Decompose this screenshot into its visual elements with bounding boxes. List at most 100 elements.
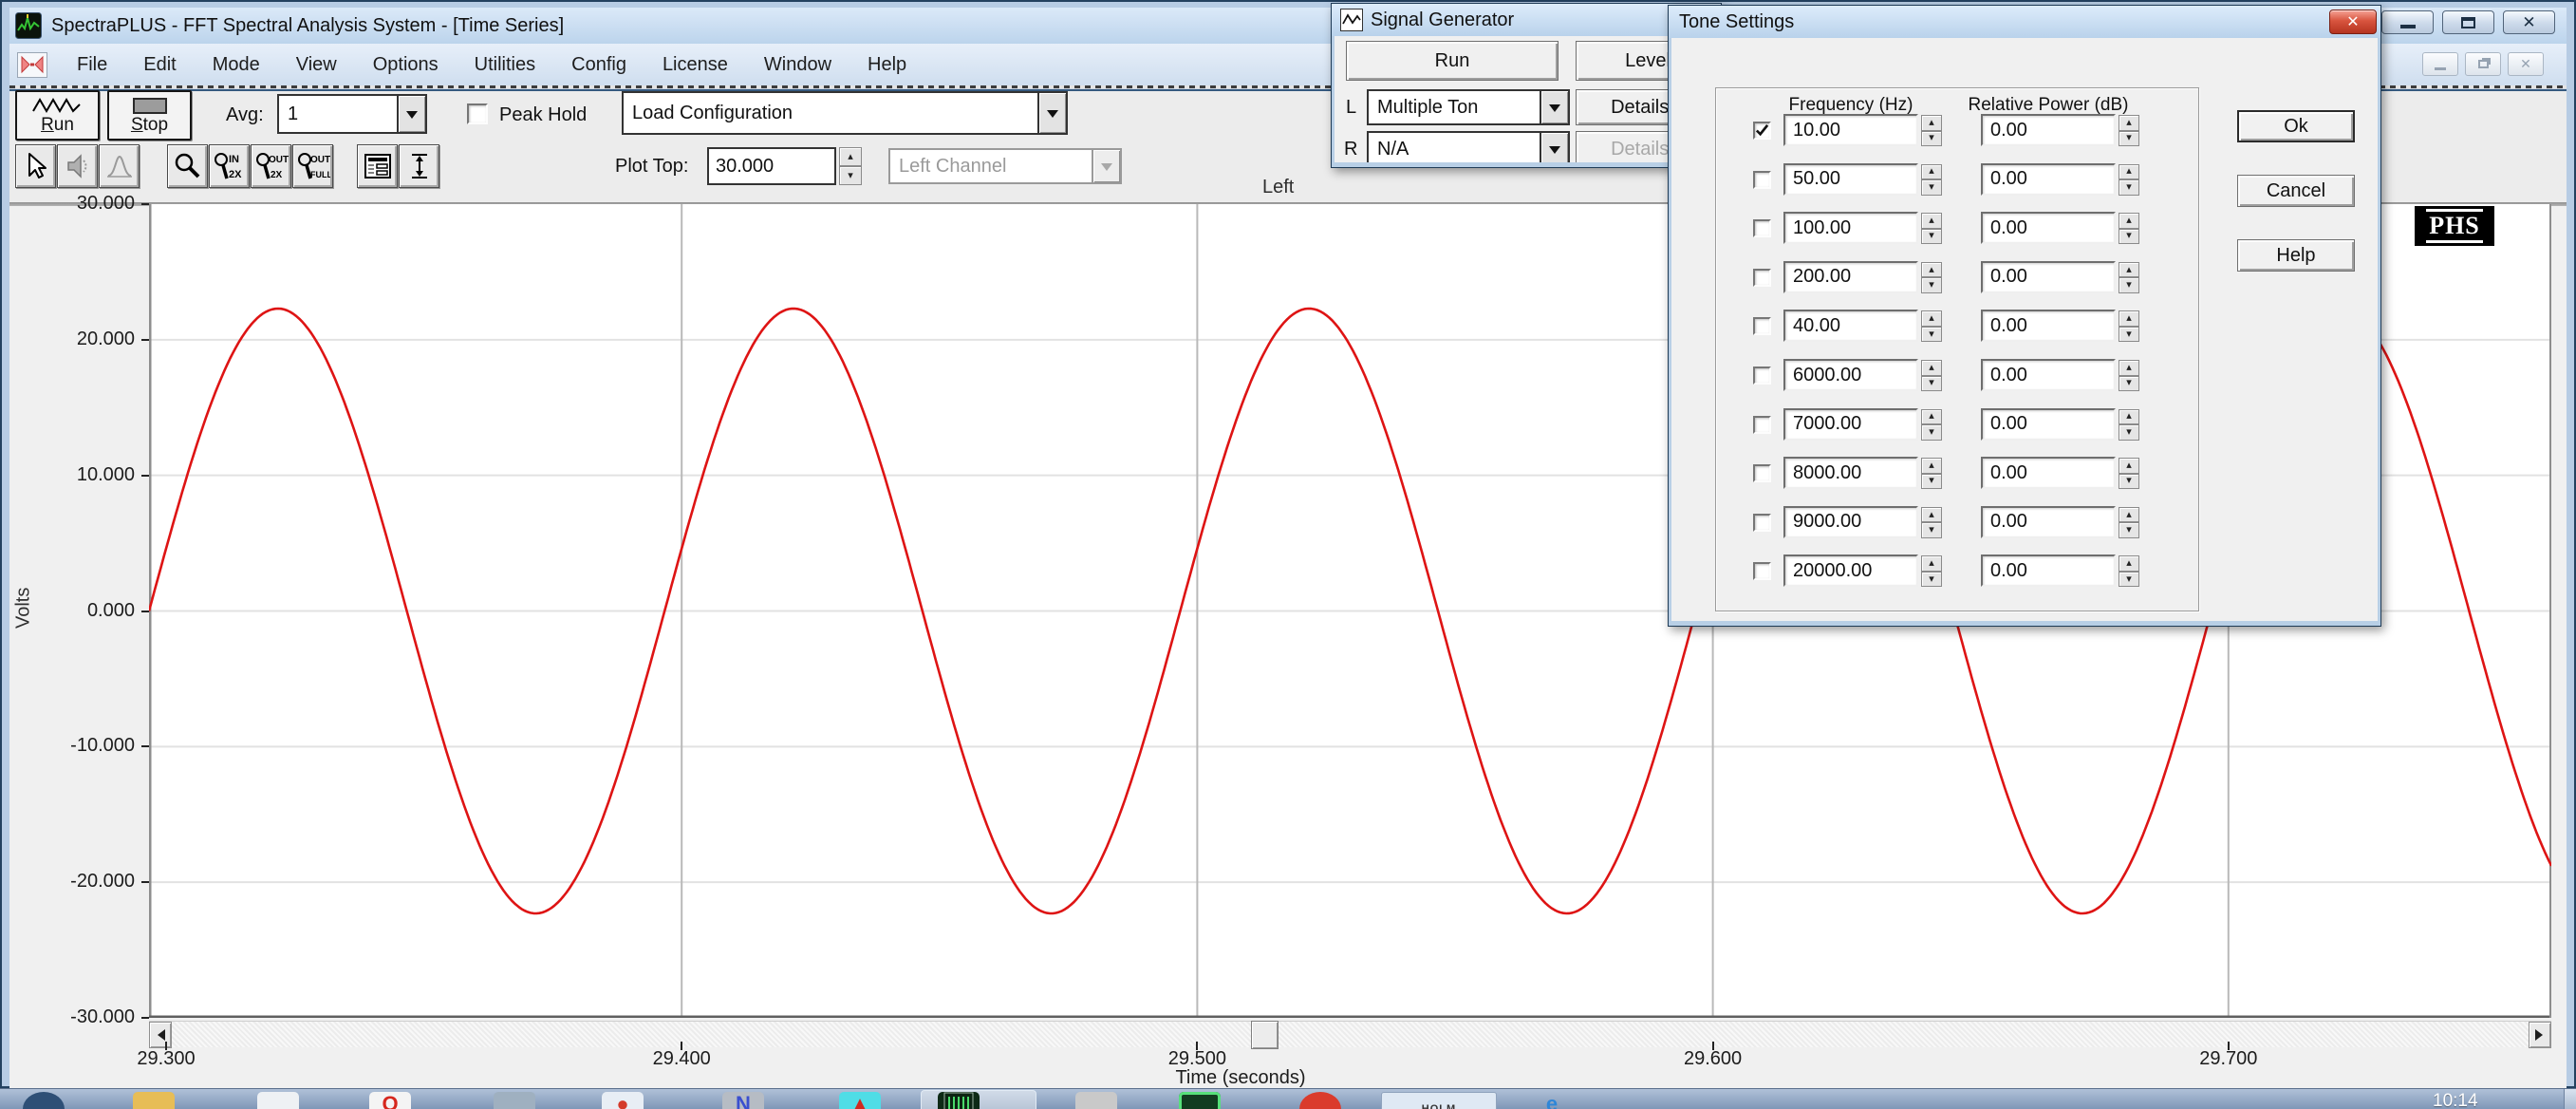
spin-down-icon[interactable]: ▾ — [1921, 179, 1942, 196]
spin-up-icon[interactable]: ▴ — [2119, 360, 2139, 376]
spin-up-icon[interactable]: ▴ — [1921, 507, 1942, 523]
spin-up-icon[interactable]: ▴ — [1921, 213, 1942, 229]
frequency-input[interactable]: 200.00 — [1783, 261, 1918, 293]
taskbar-media-app-icon[interactable]: ▲ — [839, 1092, 881, 1109]
frequency-spinner[interactable]: ▴▾ — [1921, 115, 1942, 146]
spin-up-icon[interactable]: ▴ — [1921, 360, 1942, 376]
spin-up-icon[interactable]: ▴ — [2119, 458, 2139, 474]
spin-down-icon[interactable]: ▾ — [2119, 376, 2139, 392]
frequency-spinner[interactable]: ▴▾ — [1921, 262, 1942, 293]
spin-up-icon[interactable]: ▴ — [2119, 213, 2139, 229]
taskbar-photos-icon[interactable]: ● — [602, 1092, 644, 1109]
zoom-tool-button[interactable] — [167, 144, 208, 188]
tone-enable-checkbox[interactable] — [1753, 122, 1771, 140]
scroll-right-button[interactable] — [2529, 1022, 2551, 1048]
menu-item-options[interactable]: Options — [355, 45, 457, 85]
spin-down-icon[interactable]: ▾ — [2119, 277, 2139, 293]
minimize-button[interactable] — [2381, 10, 2434, 34]
spin-down-icon[interactable]: ▾ — [1921, 327, 1942, 343]
frequency-input[interactable]: 7000.00 — [1783, 408, 1918, 441]
power-input[interactable]: 0.00 — [1981, 212, 2116, 244]
spin-up-icon[interactable]: ▴ — [2119, 507, 2139, 523]
load-configuration-dropdown-button[interactable] — [1037, 93, 1066, 133]
taskbar-opera-icon[interactable]: O — [369, 1092, 411, 1109]
power-spinner[interactable]: ▴▾ — [2119, 360, 2139, 391]
spin-down-icon[interactable]: ▾ — [1921, 572, 1942, 588]
avg-combobox[interactable]: 1 — [277, 94, 427, 134]
frequency-input[interactable]: 8000.00 — [1783, 457, 1918, 489]
tone-enable-checkbox[interactable] — [1753, 317, 1771, 335]
frequency-spinner[interactable]: ▴▾ — [1921, 213, 1942, 244]
mdi-document-icon[interactable] — [17, 52, 47, 78]
spin-down-icon[interactable]: ▾ — [1921, 474, 1942, 490]
power-input[interactable]: 0.00 — [1981, 457, 2116, 489]
spin-down-icon[interactable]: ▾ — [2119, 131, 2139, 147]
taskbar-app-window-icon[interactable] — [494, 1092, 535, 1109]
mdi-close-button[interactable]: ✕ — [2508, 52, 2544, 76]
audio-monitor-button[interactable] — [57, 144, 98, 188]
display-options-button[interactable] — [357, 144, 398, 188]
left-signal-dropdown-button[interactable] — [1540, 91, 1568, 123]
tone-settings-titlebar[interactable]: Tone Settings ✕ — [1669, 6, 2380, 38]
maximize-button[interactable] — [2442, 10, 2494, 34]
zoom-out-full-button[interactable]: OUTFULL — [292, 144, 333, 188]
power-spinner[interactable]: ▴▾ — [2119, 310, 2139, 342]
spin-down-icon[interactable]: ▾ — [1921, 376, 1942, 392]
menu-item-view[interactable]: View — [278, 45, 355, 85]
spin-up-icon[interactable]: ▴ — [1921, 555, 1942, 572]
scroll-left-button[interactable] — [149, 1022, 172, 1048]
power-spinner[interactable]: ▴▾ — [2119, 115, 2139, 146]
spin-down-icon[interactable]: ▾ — [1921, 131, 1942, 147]
spin-up-icon[interactable]: ▴ — [1921, 164, 1942, 180]
power-spinner[interactable]: ▴▾ — [2119, 458, 2139, 489]
spin-up-icon[interactable]: ▴ — [2119, 310, 2139, 327]
frequency-spinner[interactable]: ▴▾ — [1921, 555, 1942, 587]
power-spinner[interactable]: ▴▾ — [2119, 164, 2139, 196]
spin-up-icon[interactable]: ▴ — [2119, 409, 2139, 425]
taskbar-terminal-icon[interactable] — [1179, 1092, 1221, 1109]
plot-top-input[interactable]: 30.000 — [707, 147, 836, 185]
power-input[interactable]: 0.00 — [1981, 554, 2116, 587]
frequency-spinner[interactable]: ▴▾ — [1921, 507, 1942, 538]
taskbar-holm-window-button[interactable]: HOLM — [1381, 1092, 1497, 1109]
frequency-spinner[interactable]: ▴▾ — [1921, 310, 1942, 342]
tone-enable-checkbox[interactable] — [1753, 367, 1771, 385]
taskbar-orb-icon[interactable] — [23, 1092, 65, 1109]
frequency-input[interactable]: 100.00 — [1783, 212, 1918, 244]
tone-enable-checkbox[interactable] — [1753, 514, 1771, 532]
mdi-restore-button[interactable] — [2465, 52, 2501, 76]
power-spinner[interactable]: ▴▾ — [2119, 409, 2139, 441]
menu-item-help[interactable]: Help — [849, 45, 924, 85]
power-input[interactable]: 0.00 — [1981, 408, 2116, 441]
spin-down-icon[interactable]: ▾ — [2119, 572, 2139, 588]
spin-down-icon[interactable]: ▾ — [1921, 277, 1942, 293]
spin-up-icon[interactable]: ▴ — [1921, 310, 1942, 327]
menu-item-utilities[interactable]: Utilities — [457, 45, 553, 85]
spin-down-icon[interactable]: ▾ — [1921, 424, 1942, 441]
run-button[interactable]: Run — [15, 90, 100, 141]
tone-enable-checkbox[interactable] — [1753, 171, 1771, 189]
power-spinner[interactable]: ▴▾ — [2119, 262, 2139, 293]
spin-down-icon[interactable]: ▾ — [2119, 474, 2139, 490]
power-input[interactable]: 0.00 — [1981, 359, 2116, 391]
horizontal-scrollbar[interactable] — [149, 1021, 2551, 1047]
power-input[interactable]: 0.00 — [1981, 310, 2116, 342]
spin-up-icon[interactable]: ▴ — [1921, 409, 1942, 425]
menu-item-file[interactable]: File — [59, 45, 125, 85]
tone-enable-checkbox[interactable] — [1753, 269, 1771, 287]
spin-up-icon[interactable]: ▴ — [2119, 115, 2139, 131]
generator-run-button[interactable]: Run — [1346, 41, 1559, 81]
taskbar-gray-app-icon[interactable] — [1075, 1092, 1117, 1109]
taskbar-spectraplus-icon[interactable] — [938, 1092, 980, 1109]
frequency-input[interactable]: 9000.00 — [1783, 506, 1918, 538]
frequency-input[interactable]: 10.00 — [1783, 114, 1918, 146]
tone-settings-close-button[interactable]: ✕ — [2329, 9, 2377, 34]
load-configuration-combobox[interactable]: Load Configuration — [622, 91, 1068, 135]
close-button[interactable]: ✕ — [2503, 10, 2555, 34]
spin-up-icon[interactable]: ▴ — [1921, 115, 1942, 131]
power-spinner[interactable]: ▴▾ — [2119, 507, 2139, 538]
left-signal-combobox[interactable]: Multiple Ton — [1367, 89, 1570, 125]
select-cursor-button[interactable] — [15, 144, 56, 188]
taskbar-folder-icon[interactable] — [133, 1092, 175, 1109]
spin-down-icon[interactable]: ▾ — [1921, 229, 1942, 245]
